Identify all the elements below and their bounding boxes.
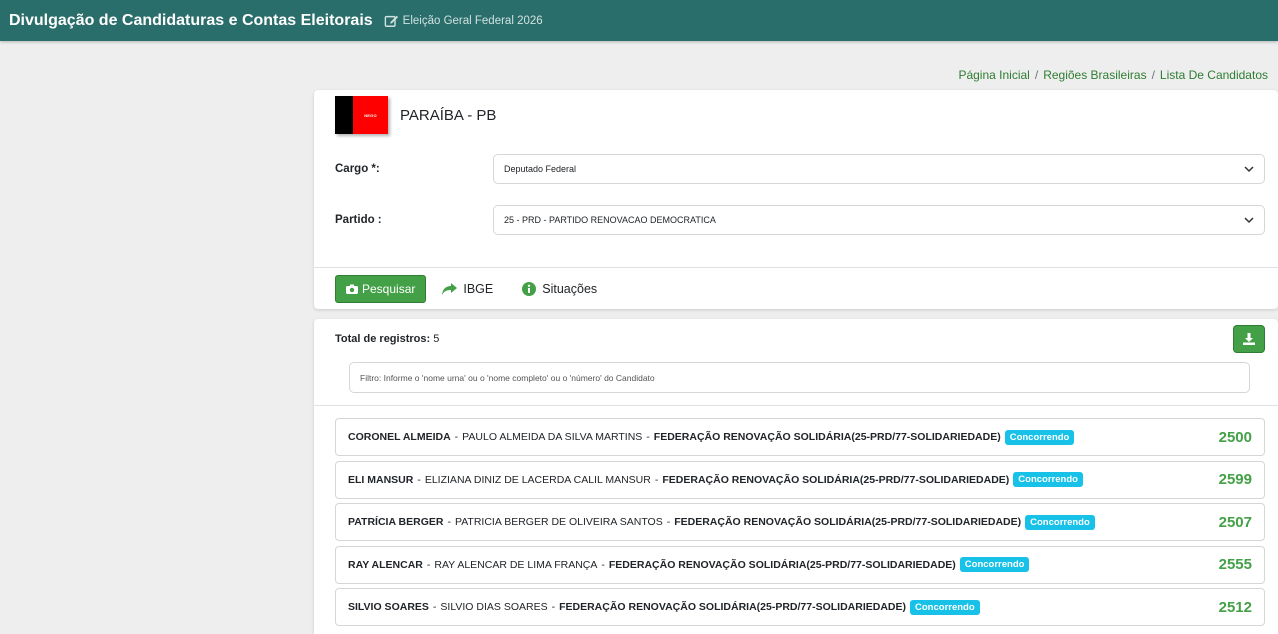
candidate-federation: FEDERAÇÃO RENOVAÇÃO SOLIDÁRIA(25-PRD/77-… (674, 516, 1022, 528)
search-button-label: Pesquisar (362, 281, 416, 296)
cargo-row: Cargo *: Deputado Federal (335, 154, 1265, 184)
status-badge: Concorrendo (1004, 429, 1075, 445)
breadcrumb-separator: / (1034, 68, 1039, 82)
partido-row: Partido : 25 - PRD - PARTIDO RENOVACAO D… (335, 205, 1265, 235)
situacoes-button[interactable]: Situações (522, 281, 598, 296)
filter-placeholder: Filtro: Informe o 'nome urna' ou o 'nome… (360, 372, 655, 383)
edit-icon[interactable] (384, 14, 399, 28)
cargo-select[interactable]: Deputado Federal (493, 154, 1265, 184)
state-flag: NEGO (335, 96, 388, 134)
chevron-down-icon (1244, 216, 1254, 223)
candidate-full-name: SILVIO DIAS SOARES (440, 601, 548, 613)
status-badge: Concorrendo (1025, 514, 1095, 530)
candidate-number: 2555 (1218, 556, 1252, 573)
ibge-label: IBGE (463, 281, 494, 296)
candidate-number: 2507 (1218, 513, 1252, 531)
status-badge: Concorrendo (910, 599, 980, 615)
download-button[interactable] (1233, 325, 1265, 353)
camera-icon (346, 284, 358, 294)
candidate-urna-name: SILVIO SOARES (348, 601, 429, 613)
candidate-number: 2500 (1218, 428, 1252, 446)
candidate-number: 2599 (1218, 471, 1252, 488)
candidate-full-name: ELIZIANA DINIZ DE LACERDA CALIL MANSUR (424, 473, 651, 486)
candidate-item[interactable]: RAY ALENCAR - RAY ALENCAR DE LIMA FRANÇA -… (335, 545, 1265, 584)
election-name[interactable]: Eleição Geral Federal 2026 (403, 15, 543, 27)
candidate-item[interactable]: ELI MANSUR - ELIZIANA DINIZ DE LACERDA CA… (335, 460, 1265, 499)
candidate-federation: FEDERAÇÃO RENOVAÇÃO SOLIDÁRIA(25-PRD/77-… (653, 431, 1001, 443)
info-icon (522, 281, 537, 296)
total-value: 5 (433, 333, 440, 345)
partido-label: Partido : (335, 214, 382, 226)
state-header: NEGO PARAÍBA - PB (335, 96, 496, 134)
candidate-urna-name: ELI MANSUR (348, 473, 414, 486)
ibge-button[interactable]: IBGE (442, 282, 493, 296)
download-icon (1243, 333, 1255, 345)
status-badge: Concorrendo (1013, 472, 1083, 487)
breadcrumb-regions[interactable]: Regiões Brasileiras (1043, 68, 1146, 82)
candidate-full-name: PAULO ALMEIDA DA SILVA MARTINS (462, 431, 643, 443)
actions-bar: Pesquisar IBGE Situações (314, 267, 1278, 309)
candidate-item[interactable]: CORONEL ALMEIDA - PAULO ALMEIDA DA SILVA … (335, 418, 1265, 456)
state-name: PARAÍBA - PB (400, 106, 497, 124)
total-records: Total de registros: 5 (335, 333, 439, 345)
breadcrumb-home[interactable]: Página Inicial (958, 68, 1029, 82)
candidate-urna-name: CORONEL ALMEIDA (348, 431, 451, 443)
candidate-full-name: RAY ALENCAR DE LIMA FRANÇA (434, 558, 598, 571)
search-button[interactable]: Pesquisar (335, 274, 427, 303)
candidate-federation: FEDERAÇÃO RENOVAÇÃO SOLIDÁRIA(25-PRD/77-… (559, 601, 907, 613)
status-badge: Concorrendo (959, 557, 1030, 572)
candidate-federation: FEDERAÇÃO RENOVAÇÃO SOLIDÁRIA(25-PRD/77-… (608, 558, 956, 571)
app-title[interactable]: Divulgação de Candidaturas e Contas Elei… (9, 12, 373, 30)
partido-select[interactable]: 25 - PRD - PARTIDO RENOVACAO DEMOCRATICA (493, 205, 1265, 235)
flag-text: NEGO (353, 96, 388, 134)
cargo-value: Deputado Federal (504, 164, 577, 174)
situacoes-label: Situações (542, 281, 598, 296)
total-label: Total de registros: (335, 333, 431, 345)
candidate-urna-name: RAY ALENCAR (348, 558, 423, 571)
share-icon (442, 282, 458, 295)
candidate-number: 2512 (1218, 598, 1252, 616)
results-card: Total de registros: 5 Filtro: Informe o … (314, 319, 1278, 634)
search-card: NEGO PARAÍBA - PB Cargo *: Deputado Fede… (314, 90, 1278, 309)
candidate-list: CORONEL ALMEIDA - PAULO ALMEIDA DA SILVA … (335, 418, 1265, 631)
chevron-down-icon (1244, 165, 1254, 172)
candidate-full-name: PATRICIA BERGER DE OLIVEIRA SANTOS (454, 516, 663, 528)
candidate-item[interactable]: SILVIO SOARES - SILVIO DIAS SOARES - FEDER… (335, 588, 1265, 626)
candidate-urna-name: PATRÍCIA BERGER (348, 516, 444, 528)
filter-input[interactable]: Filtro: Informe o 'nome urna' ou o 'nome… (349, 362, 1250, 393)
breadcrumb-candidates[interactable]: Lista De Candidatos (1160, 68, 1268, 82)
breadcrumb: Página Inicial / Regiões Brasileiras / L… (958, 68, 1268, 82)
candidate-item[interactable]: PATRÍCIA BERGER - PATRICIA BERGER DE OLIV… (335, 503, 1265, 541)
cargo-label: Cargo *: (335, 163, 380, 175)
top-navbar: Divulgação de Candidaturas e Contas Elei… (0, 0, 1278, 41)
breadcrumb-separator: / (1151, 68, 1155, 82)
candidate-federation: FEDERAÇÃO RENOVAÇÃO SOLIDÁRIA(25-PRD/77-… (662, 473, 1010, 486)
partido-value: 25 - PRD - PARTIDO RENOVACAO DEMOCRATICA (504, 215, 716, 225)
divider (314, 405, 1278, 406)
